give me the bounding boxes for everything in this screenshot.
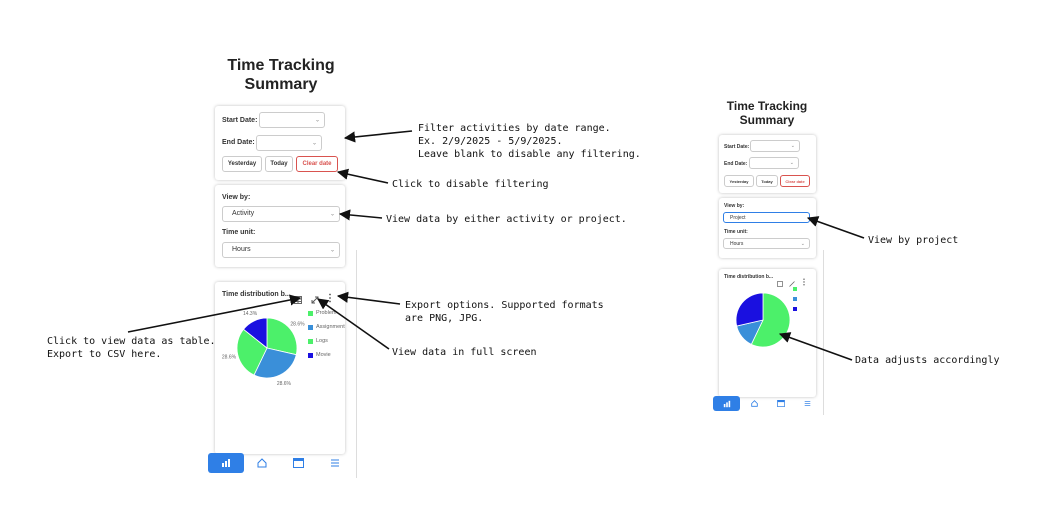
arrow-export (336, 291, 401, 305)
arrow-view (338, 209, 383, 221)
arrow-adjusts (778, 332, 853, 361)
arrow-view-project (806, 216, 865, 239)
arrow-clear (336, 168, 389, 184)
arrow-fullscreen (317, 298, 390, 350)
annotation-arrows (127, 130, 865, 361)
arrow-filter (343, 130, 413, 143)
arrow-table (127, 294, 302, 333)
